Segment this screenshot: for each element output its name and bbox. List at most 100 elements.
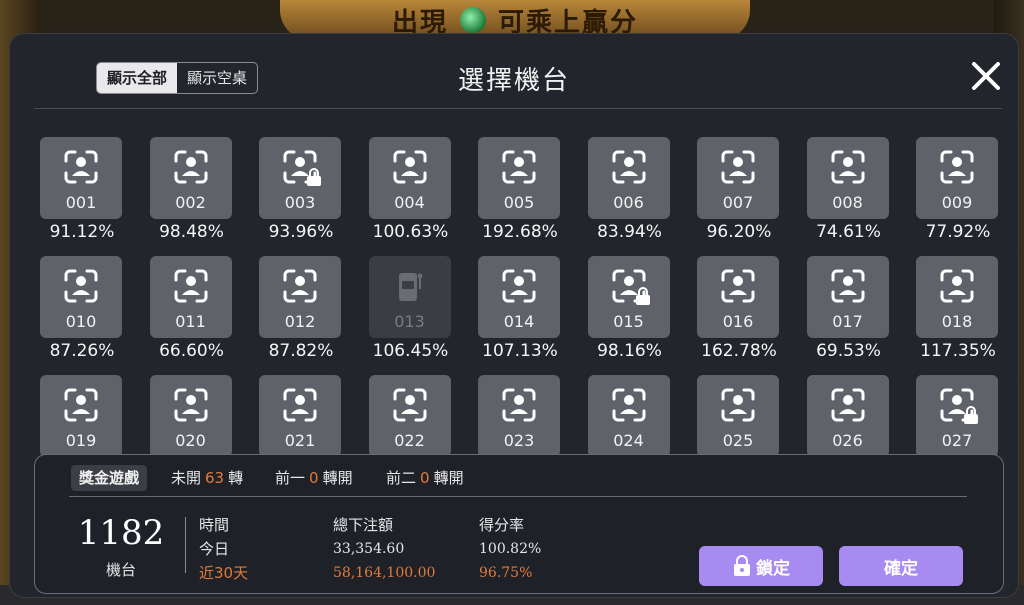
- time-column: 時間 今日 近30天: [199, 513, 248, 585]
- machine-004[interactable]: 004 100.63%: [359, 134, 463, 252]
- machine-number: 024: [613, 431, 644, 450]
- header-divider: [34, 108, 1002, 109]
- machine-tile: 015: [587, 256, 670, 338]
- machine-026[interactable]: 026: [797, 372, 901, 456]
- prev1-value: 0: [309, 469, 319, 487]
- machine-022[interactable]: 022: [359, 372, 463, 456]
- player-seat-icon: [172, 267, 210, 305]
- machine-rate: 107.13%: [482, 341, 558, 361]
- machine-rate: 87.26%: [49, 341, 115, 361]
- confirm-button-label: 確定: [884, 558, 918, 579]
- player-seat-icon: [719, 386, 757, 424]
- gem-icon: [460, 7, 486, 33]
- machine-number: 027: [941, 431, 973, 450]
- player-seat-icon: [281, 267, 319, 305]
- slot-machine-icon: [391, 267, 429, 305]
- prev1-stat: 前一 0 轉開: [275, 465, 353, 491]
- machine-tile: 002: [149, 137, 232, 219]
- machine-tile: 017: [806, 256, 889, 338]
- machine-number: 018: [941, 312, 973, 331]
- player-seat-icon: [938, 148, 976, 186]
- prev2-value: 0: [420, 469, 430, 487]
- machine-tile: 009: [916, 137, 998, 219]
- machine-021[interactable]: 021: [249, 372, 353, 456]
- machine-rate: 93.96%: [268, 222, 334, 242]
- machine-tile: 027: [916, 375, 998, 456]
- today-label: 今日: [199, 540, 230, 558]
- machine-tile: 003: [259, 137, 341, 219]
- rate-header: 得分率: [479, 516, 525, 534]
- machine-025[interactable]: 025: [687, 372, 791, 456]
- modal-title: 選擇機台: [457, 66, 570, 96]
- machine-017[interactable]: 017 69.53%: [797, 253, 901, 371]
- player-seat-icon: [391, 148, 429, 186]
- machine-rate: 77.92%: [925, 222, 991, 242]
- machine-number: 025: [722, 431, 754, 450]
- machine-number: 003: [284, 193, 316, 212]
- machine-number: 011: [175, 312, 206, 331]
- machine-006[interactable]: 006 83.94%: [578, 134, 682, 252]
- machine-tile: 007: [697, 137, 779, 219]
- last30-rate: 96.75%: [479, 565, 533, 581]
- machine-007[interactable]: 007 96.20%: [687, 134, 791, 252]
- machine-rate: 91.12%: [49, 222, 115, 242]
- prev1-unit: 轉開: [322, 469, 353, 487]
- machine-tile: 005: [478, 137, 560, 219]
- machine-003[interactable]: 003 93.96%: [249, 134, 353, 252]
- machine-grid: 001 91.12% 002 98.48% 003 93.96% 004 100.63% 005…: [10, 134, 1018, 456]
- machine-number: 001: [65, 193, 97, 212]
- machine-number: 014: [503, 312, 535, 331]
- prev2-unit: 轉開: [433, 469, 464, 487]
- machine-016[interactable]: 016 162.78%: [687, 253, 791, 371]
- machine-019[interactable]: 019: [30, 372, 134, 456]
- machine-023[interactable]: 023: [468, 372, 572, 456]
- machine-rate: 74.61%: [816, 222, 881, 242]
- machine-rate: 162.78%: [701, 341, 777, 361]
- machine-number: 012: [284, 312, 316, 331]
- machine-020[interactable]: 020: [140, 372, 244, 456]
- machine-001[interactable]: 001 91.12%: [30, 134, 134, 252]
- lock-icon: [635, 287, 651, 305]
- close-button[interactable]: [968, 58, 1004, 94]
- jackpot-info-panel: 獎金遊戲 未開 63 轉 前一 0 轉開 前二 0 轉開 1182 機台 時間 今日 近30…: [34, 454, 1004, 594]
- machine-tile: 008: [806, 137, 889, 219]
- machine-009[interactable]: 009 77.92%: [906, 134, 1010, 252]
- machine-tile: 018: [916, 256, 998, 338]
- machine-012[interactable]: 012 87.82%: [249, 253, 353, 371]
- player-seat-icon: [500, 148, 538, 186]
- machine-015[interactable]: 015 98.16%: [578, 253, 682, 371]
- machine-number: 008: [832, 193, 863, 212]
- machine-tile: 020: [149, 375, 232, 456]
- machine-tile: 013: [368, 256, 451, 338]
- machine-number: 017: [832, 312, 863, 331]
- machine-number: 023: [503, 431, 535, 450]
- machine-008[interactable]: 008 74.61%: [797, 134, 901, 252]
- player-seat-icon: [281, 386, 319, 424]
- machine-018[interactable]: 018 117.35%: [906, 253, 1010, 371]
- banner-text-right: 可乘上贏分: [498, 7, 639, 38]
- machine-count: 1182: [77, 513, 165, 553]
- machine-011[interactable]: 011 66.60%: [140, 253, 244, 371]
- player-seat-icon: [62, 267, 100, 305]
- machine-tile: 016: [697, 256, 779, 338]
- machine-010[interactable]: 010 87.26%: [30, 253, 134, 371]
- bet-header: 總下注額: [333, 516, 394, 534]
- confirm-button[interactable]: 確定: [839, 546, 963, 586]
- player-seat-icon: [62, 148, 100, 186]
- machine-rate: 117.35%: [920, 341, 996, 361]
- machine-005[interactable]: 005 192.68%: [468, 134, 572, 252]
- machine-tile: 012: [259, 256, 341, 338]
- machine-014[interactable]: 014 107.13%: [468, 253, 572, 371]
- machine-027[interactable]: 027: [906, 372, 1010, 456]
- machine-002[interactable]: 002 98.48%: [140, 134, 244, 252]
- machine-number: 021: [284, 431, 316, 450]
- prev2-label: 前二: [386, 469, 417, 487]
- player-seat-icon: [719, 267, 757, 305]
- lock-button[interactable]: 鎖定: [699, 546, 823, 586]
- machine-024[interactable]: 024: [578, 372, 682, 456]
- jackpot-game-tag: 獎金遊戲: [71, 465, 148, 491]
- lock-icon: [306, 168, 322, 186]
- machine-rate: 100.63%: [372, 222, 449, 242]
- machine-tile: 021: [259, 375, 341, 456]
- machine-number: 007: [722, 193, 754, 212]
